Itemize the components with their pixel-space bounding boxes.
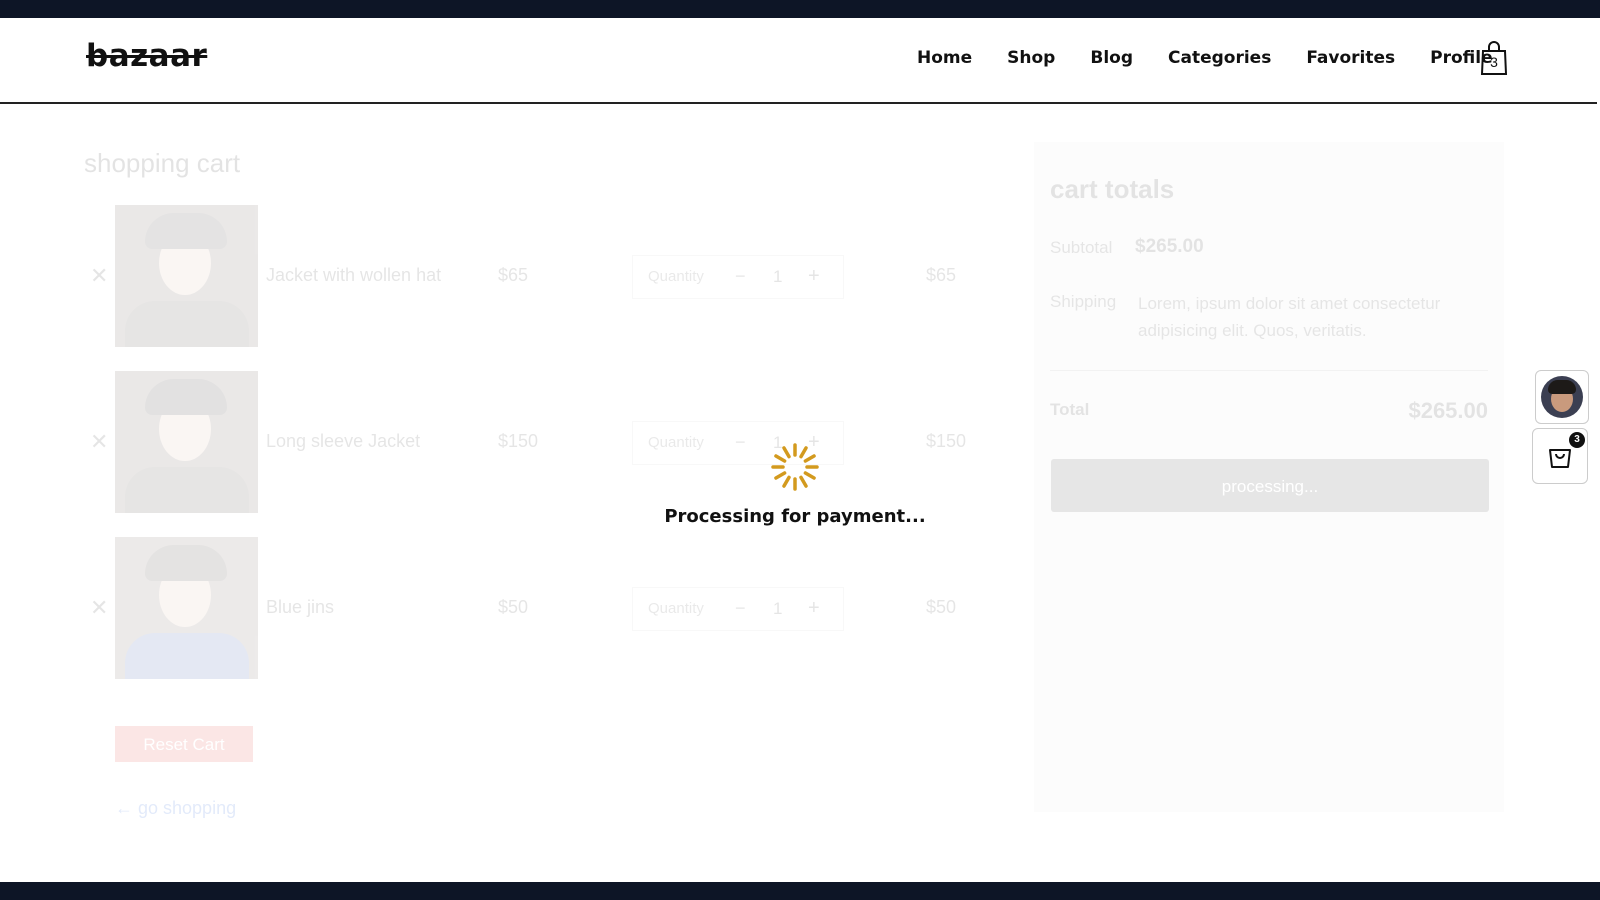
main-nav: Home Shop Blog Categories Favorites Prof… — [917, 48, 1528, 68]
product-name[interactable]: Blue jins — [266, 597, 334, 618]
product-price: $65 — [498, 265, 529, 285]
nav-favorites[interactable]: Favorites — [1306, 48, 1395, 68]
shipping-value: Lorem, ipsum dolor sit amet consectetur … — [1138, 294, 1441, 340]
quantity-value[interactable]: 1 — [773, 267, 782, 287]
cart-row: ✕ Jacket with wollen hat $65 Quantity − … — [84, 205, 984, 347]
increase-button[interactable]: + — [808, 597, 820, 620]
site-logo[interactable]: bazaar — [86, 38, 207, 74]
header-cart-button[interactable]: 3 — [1480, 40, 1508, 76]
spinner-spoke — [799, 475, 808, 488]
floating-cart-button[interactable]: 3 — [1532, 428, 1588, 484]
subtotal-value: $265.00 — [1135, 236, 1204, 257]
row-subtotal: $65 — [926, 265, 957, 285]
shopping-bag-icon — [1549, 449, 1571, 468]
total-label: Total — [1050, 400, 1090, 419]
product-image[interactable] — [115, 371, 258, 513]
product-price: $50 — [498, 597, 529, 617]
close-icon[interactable]: ✕ — [90, 595, 108, 621]
nav-shop[interactable]: Shop — [1007, 48, 1055, 68]
product-image[interactable] — [115, 205, 258, 347]
nav-home[interactable]: Home — [917, 48, 972, 68]
header-cart-count: 3 — [1490, 54, 1498, 70]
row-subtotal: $50 — [926, 597, 957, 617]
processing-message: Processing for payment... — [664, 506, 926, 527]
spinner-spoke — [782, 446, 791, 459]
quantity-label: Quantity — [648, 600, 704, 617]
checkout-processing-button[interactable]: processing... — [1051, 459, 1489, 512]
quantity-stepper: Quantity − 1 + — [632, 255, 844, 299]
quantity-label: Quantity — [648, 268, 704, 285]
go-shopping-link[interactable]: ← go shopping — [115, 798, 236, 819]
divider — [1050, 370, 1488, 371]
row-subtotal: $150 — [926, 431, 967, 451]
subtotal-label: Subtotal — [1050, 238, 1113, 257]
cart-row: ✕ Blue jins $50 Quantity − 1 + $50 — [84, 537, 984, 679]
cart-totals-title: cart totals — [1050, 174, 1175, 204]
spinner-spoke — [782, 475, 791, 488]
product-name[interactable]: Long sleeve Jacket — [266, 431, 420, 452]
quantity-label: Quantity — [648, 434, 704, 451]
top-strip — [0, 0, 1600, 18]
spinner-spoke — [774, 454, 787, 463]
product-name[interactable]: Jacket with wollen hat — [266, 265, 441, 286]
decrease-button[interactable]: − — [735, 266, 746, 287]
increase-button[interactable]: + — [808, 265, 820, 288]
shipping-label: Shipping — [1050, 292, 1117, 311]
decrease-button[interactable]: − — [735, 432, 746, 453]
nav-blog[interactable]: Blog — [1090, 48, 1133, 68]
user-avatar — [1541, 376, 1583, 418]
close-icon[interactable]: ✕ — [90, 263, 108, 289]
spinner-spoke — [774, 471, 787, 480]
nav-categories[interactable]: Categories — [1168, 48, 1271, 68]
total-value: $265.00 — [1408, 398, 1488, 423]
floating-avatar-button[interactable] — [1535, 370, 1589, 424]
decrease-button[interactable]: − — [735, 598, 746, 619]
product-price: $150 — [498, 431, 539, 451]
spinner-icon — [770, 442, 820, 492]
close-icon[interactable]: ✕ — [90, 429, 108, 455]
cart-row: ✕ Long sleeve Jacket $150 Quantity − 1 +… — [84, 371, 984, 513]
quantity-stepper: Quantity − 1 + — [632, 587, 844, 631]
cart-title: shopping cart — [84, 148, 241, 178]
spinner-spoke — [799, 446, 808, 459]
site-header: bazaar Home Shop Blog Categories Favorit… — [0, 18, 1597, 104]
quantity-value[interactable]: 1 — [773, 599, 782, 619]
product-image[interactable] — [115, 537, 258, 679]
floating-cart-count: 3 — [1569, 432, 1585, 448]
reset-cart-button[interactable]: Reset Cart — [115, 726, 253, 762]
bottom-strip — [0, 882, 1600, 900]
spinner-spoke — [803, 471, 816, 480]
spinner-spoke — [803, 454, 816, 463]
